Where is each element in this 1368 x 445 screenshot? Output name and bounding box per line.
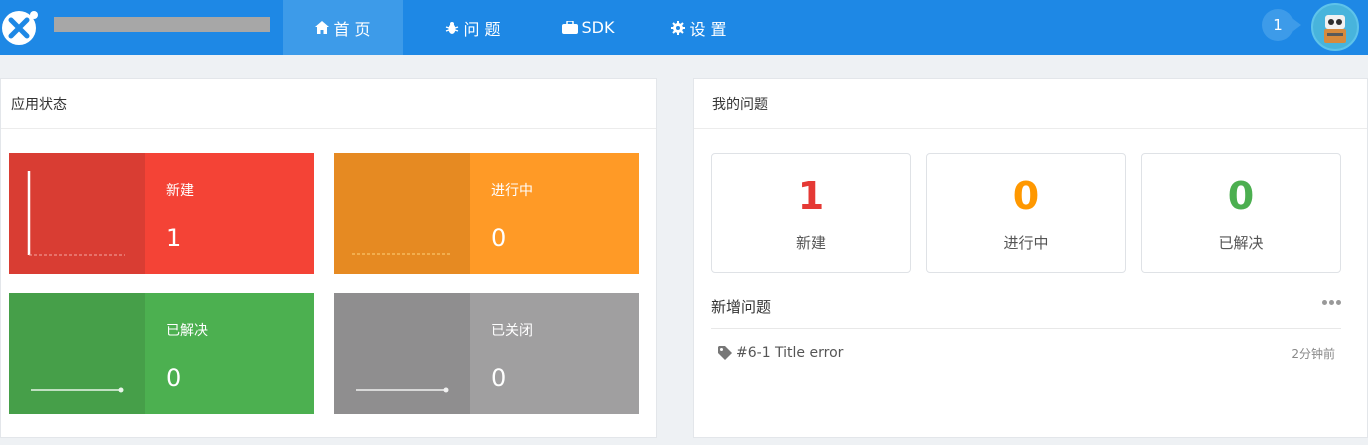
nav-settings[interactable]: 设 置 bbox=[639, 0, 759, 55]
home-icon bbox=[315, 21, 330, 34]
status-tile-closed[interactable]: 已关闭 0 bbox=[334, 293, 639, 414]
nav-home[interactable]: 首 页 bbox=[283, 0, 403, 55]
main-nav: 首 页 问 题 SDK 设 置 bbox=[283, 0, 759, 55]
tile-value: 0 bbox=[166, 364, 182, 392]
more-icon[interactable] bbox=[1322, 300, 1341, 305]
nav-sdk-label: SDK bbox=[581, 18, 615, 37]
stat-value: 0 bbox=[1012, 174, 1040, 218]
gear-icon bbox=[671, 20, 686, 35]
sparkline-in-progress bbox=[334, 153, 470, 274]
sparkline-new bbox=[9, 153, 145, 274]
list-item[interactable]: #6-1 Title error 2分钟前 bbox=[711, 338, 1341, 368]
sparkline-closed bbox=[334, 293, 470, 414]
app-logo-icon[interactable] bbox=[0, 6, 42, 48]
tile-label: 已解决 bbox=[166, 323, 208, 339]
new-issues-title: 新增问题 bbox=[711, 298, 772, 316]
nav-home-label: 首 页 bbox=[333, 19, 371, 39]
my-issues-title: 我的问题 bbox=[694, 79, 1367, 129]
app-name-redacted bbox=[54, 17, 270, 32]
nav-issues[interactable]: 问 题 bbox=[403, 0, 543, 55]
status-tile-solved[interactable]: 已解决 0 bbox=[9, 293, 314, 414]
my-issues-new-card[interactable]: 1 新建 bbox=[711, 153, 911, 273]
bug-icon bbox=[445, 21, 459, 35]
stat-label: 已解决 bbox=[1218, 234, 1264, 252]
stat-value: 1 bbox=[797, 174, 825, 218]
nav-settings-label: 设 置 bbox=[689, 19, 727, 39]
tile-label: 进行中 bbox=[491, 183, 533, 199]
tile-label: 已关闭 bbox=[491, 323, 533, 339]
avatar[interactable] bbox=[1311, 3, 1359, 51]
my-issues-in-progress-card[interactable]: 0 进行中 bbox=[926, 153, 1126, 273]
app-status-title: 应用状态 bbox=[1, 79, 656, 129]
tile-value: 1 bbox=[166, 224, 182, 252]
tile-value: 0 bbox=[491, 364, 507, 392]
tile-value: 0 bbox=[491, 224, 507, 252]
stat-value: 0 bbox=[1227, 174, 1255, 218]
tag-icon bbox=[718, 346, 732, 360]
tile-label: 新建 bbox=[166, 183, 194, 199]
status-tile-new[interactable]: 新建 1 bbox=[9, 153, 314, 274]
stat-label: 进行中 bbox=[1003, 234, 1049, 252]
issue-title-link[interactable]: #6-1 Title error bbox=[736, 345, 843, 361]
nav-issues-label: 问 题 bbox=[463, 19, 501, 39]
status-tile-in-progress[interactable]: 进行中 0 bbox=[334, 153, 639, 274]
divider bbox=[711, 328, 1341, 329]
sparkline-solved bbox=[9, 293, 145, 414]
my-issues-solved-card[interactable]: 0 已解决 bbox=[1141, 153, 1341, 273]
issue-time: 2分钟前 bbox=[1291, 346, 1335, 361]
briefcase-icon bbox=[561, 21, 578, 34]
stat-label: 新建 bbox=[795, 234, 826, 252]
top-navbar: 首 页 问 题 SDK 设 置 1 bbox=[0, 0, 1368, 55]
notification-badge[interactable]: 1 bbox=[1262, 9, 1301, 41]
